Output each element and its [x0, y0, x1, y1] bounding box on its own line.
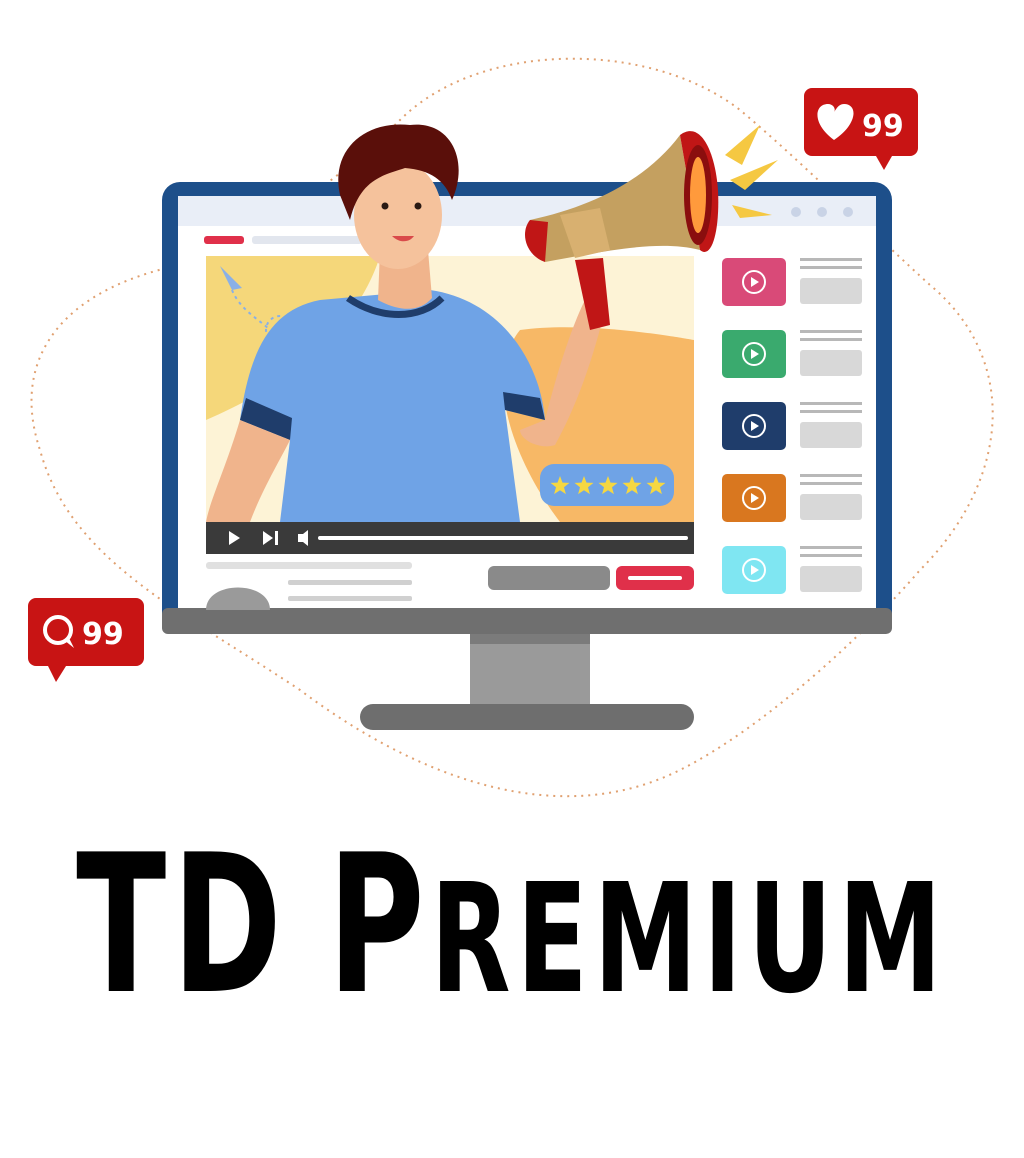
likes-badge: 99 — [804, 88, 918, 170]
monitor-stand — [360, 632, 694, 730]
playlist-title-line — [800, 330, 862, 333]
playlist-title-line — [800, 266, 862, 269]
playlist-meta-block — [800, 278, 862, 304]
playlist-title-line — [800, 482, 862, 485]
share-button[interactable] — [488, 566, 610, 590]
brand-title-part1: TD — [76, 814, 288, 1038]
comments-count: 99 — [82, 617, 124, 652]
playlist-title-line — [800, 554, 862, 557]
comments-badge: 99 — [28, 598, 144, 682]
playlist-meta-block — [800, 566, 862, 592]
promo-illustration: 99 99 — [28, 57, 994, 798]
playlist-title-line — [800, 338, 862, 341]
likes-count: 99 — [862, 109, 904, 144]
playlist-title-line — [800, 402, 862, 405]
brand-title: TD PREMIUM — [0, 830, 1024, 1021]
playlist-title-line — [800, 474, 862, 477]
brand-title-initial: P — [327, 814, 431, 1038]
progress-track[interactable] — [318, 536, 688, 540]
playlist-title-line — [800, 258, 862, 261]
playlist-meta-block — [800, 350, 862, 376]
brand-title-rest: REMIUM — [430, 850, 948, 1028]
playlist-title-line — [800, 546, 862, 549]
playlist-meta-block — [800, 422, 862, 448]
playlist-meta-block — [800, 494, 862, 520]
star-rating — [540, 464, 674, 506]
playlist-title-line — [800, 410, 862, 413]
